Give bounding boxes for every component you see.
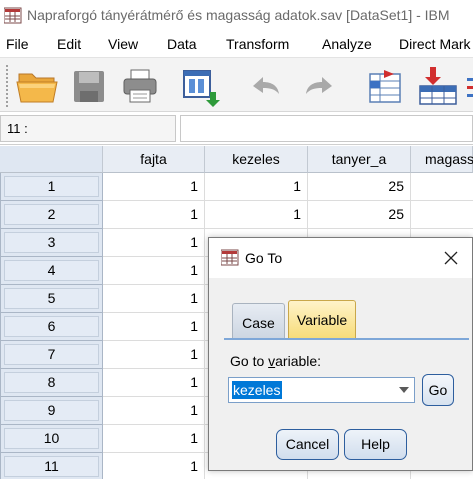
row-header[interactable]: 3: [0, 229, 103, 257]
close-icon[interactable]: [441, 248, 461, 268]
grid-corner[interactable]: [0, 146, 103, 173]
row-number: 5: [47, 290, 56, 306]
grid-cell-fajta[interactable]: 1: [103, 285, 205, 313]
grid-cell-kezeles[interactable]: 1: [205, 201, 308, 229]
row-header[interactable]: 9: [0, 397, 103, 425]
grid-cell-magassag[interactable]: [411, 173, 473, 201]
column-header-magassag[interactable]: magass: [411, 146, 473, 173]
save-icon[interactable]: [71, 64, 107, 108]
row-number: 11: [44, 458, 59, 474]
grid-cell-tanyer-a[interactable]: 25: [308, 173, 411, 201]
grid-cell-fajta[interactable]: 1: [103, 257, 205, 285]
menu-analyze[interactable]: Analyze: [322, 36, 372, 52]
goto-case-icon[interactable]: [366, 64, 408, 108]
row-number: 7: [47, 346, 56, 362]
tab-case[interactable]: Case: [232, 303, 285, 338]
variable-select[interactable]: kezeles: [228, 377, 415, 403]
row-number: 2: [47, 206, 56, 222]
menu-direct-marketing[interactable]: Direct Mark: [399, 36, 471, 52]
row-header[interactable]: 2: [0, 201, 103, 229]
goto-variable-icon[interactable]: [416, 64, 460, 108]
cell-reference-bar: 11 :: [0, 113, 473, 145]
cell-value-editor[interactable]: [180, 115, 473, 142]
toolbar-overflow-icon[interactable]: [465, 64, 473, 108]
menu-edit[interactable]: Edit: [57, 36, 81, 52]
grid-cell-fajta[interactable]: 1: [103, 173, 205, 201]
row-number: 9: [47, 402, 56, 418]
row-header[interactable]: 7: [0, 341, 103, 369]
grid-cell-fajta[interactable]: 1: [103, 369, 205, 397]
menu-file[interactable]: File: [6, 36, 29, 52]
goto-dialog: Go To Case Variable Go to variable: keze…: [208, 237, 473, 471]
grid-cell-fajta[interactable]: 1: [103, 313, 205, 341]
grid-cell-magassag[interactable]: [411, 201, 473, 229]
tab-variable[interactable]: Variable: [288, 300, 356, 338]
help-button[interactable]: Help: [344, 429, 407, 460]
window-title: Napraforgó tányérátmérő és magasság adat…: [27, 7, 450, 23]
row-header[interactable]: 4: [0, 257, 103, 285]
grid-cell-fajta[interactable]: 1: [103, 229, 205, 257]
grid-cell-tanyer-a[interactable]: 25: [308, 201, 411, 229]
row-header[interactable]: 6: [0, 313, 103, 341]
column-header-tanyer-a[interactable]: tanyer_a: [308, 146, 411, 173]
dialog-titlebar: Go To: [209, 238, 472, 278]
undo-icon[interactable]: [245, 64, 285, 108]
tab-panel-divider: [224, 338, 469, 340]
grid-cell-fajta[interactable]: 1: [103, 425, 205, 453]
spss-dialog-icon: [221, 249, 239, 266]
menu-bar: File Edit View Data Transform Analyze Di…: [0, 30, 473, 57]
row-header[interactable]: 5: [0, 285, 103, 313]
row-header[interactable]: 10: [0, 425, 103, 453]
selected-variable: kezeles: [232, 381, 283, 399]
grid-cell-fajta[interactable]: 1: [103, 397, 205, 425]
goto-variable-label: Go to variable:: [230, 353, 322, 369]
row-header[interactable]: 8: [0, 369, 103, 397]
column-header-fajta[interactable]: fajta: [103, 146, 205, 173]
dialog-title: Go To: [245, 250, 283, 266]
menu-view[interactable]: View: [108, 36, 138, 52]
open-folder-icon[interactable]: [15, 64, 59, 108]
window-titlebar: Napraforgó tányérátmérő és magasság adat…: [0, 0, 473, 30]
cancel-button[interactable]: Cancel: [276, 429, 339, 460]
dialog-recall-icon[interactable]: [180, 64, 220, 108]
row-number: 3: [47, 234, 56, 250]
row-number: 4: [47, 262, 56, 278]
menu-data[interactable]: Data: [167, 36, 197, 52]
menu-transform[interactable]: Transform: [226, 36, 289, 52]
print-icon[interactable]: [121, 64, 159, 108]
row-number: 8: [47, 374, 56, 390]
row-number: 6: [47, 318, 56, 334]
spss-app-icon: [4, 7, 22, 24]
cell-reference-box: 11 :: [0, 115, 176, 142]
row-header[interactable]: 1: [0, 173, 103, 201]
redo-icon[interactable]: [300, 64, 340, 108]
grid-cell-fajta[interactable]: 1: [103, 453, 205, 479]
column-header-kezeles[interactable]: kezeles: [205, 146, 308, 173]
grid-cell-kezeles[interactable]: 1: [205, 173, 308, 201]
row-header[interactable]: 11: [0, 453, 103, 479]
grid-cell-fajta[interactable]: 1: [103, 341, 205, 369]
go-button[interactable]: Go: [422, 374, 454, 406]
chevron-down-icon[interactable]: [394, 378, 414, 402]
grid-cell-fajta[interactable]: 1: [103, 201, 205, 229]
row-number: 1: [47, 178, 56, 194]
toolbar: [0, 57, 473, 112]
row-number: 10: [43, 430, 60, 446]
toolbar-grip[interactable]: [5, 64, 9, 108]
